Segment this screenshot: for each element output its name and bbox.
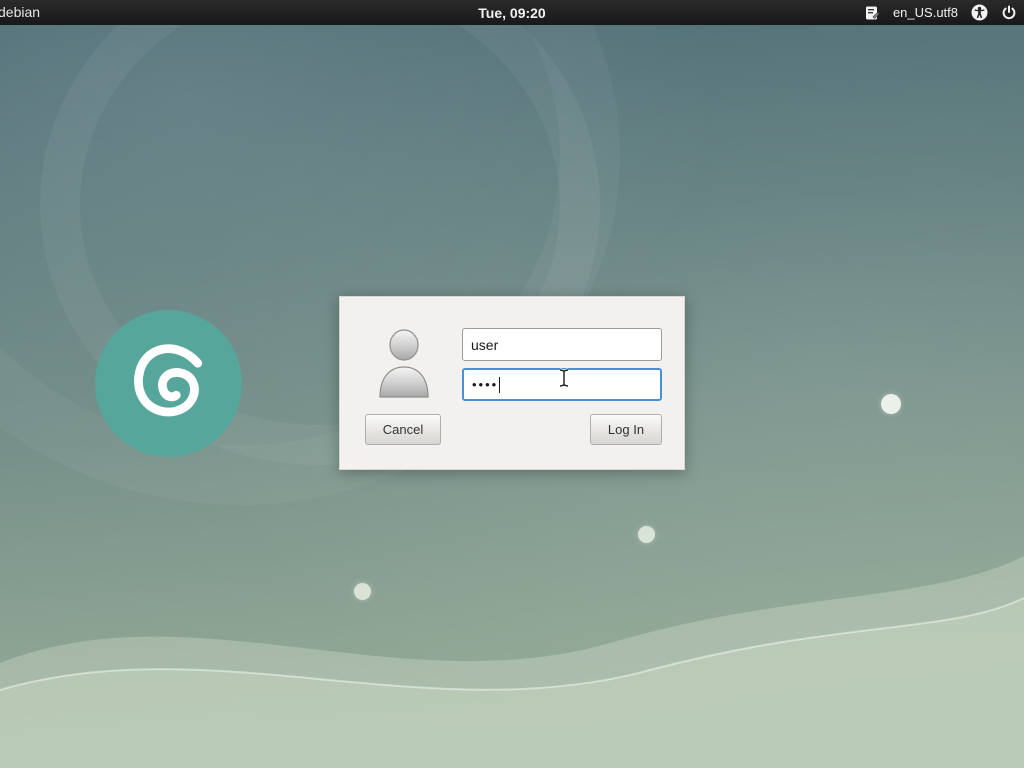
cancel-button[interactable]: Cancel xyxy=(365,414,441,445)
username-input[interactable] xyxy=(462,328,662,361)
debian-swirl-icon xyxy=(121,336,217,432)
login-button[interactable]: Log In xyxy=(590,414,662,445)
keyboard-layout-icon[interactable] xyxy=(863,4,881,22)
debian-logo xyxy=(95,310,242,457)
locale-label[interactable]: en_US.utf8 xyxy=(893,5,958,20)
login-dialog: •••• Cancel Log In xyxy=(339,296,685,470)
ibeam-cursor xyxy=(558,368,570,393)
panel-tray: en_US.utf8 xyxy=(863,0,1018,25)
password-masked-value: •••• xyxy=(472,378,498,391)
background-dot xyxy=(354,583,371,600)
background-dot xyxy=(881,394,901,414)
text-caret xyxy=(499,377,500,393)
login-screen: debian Tue, 09:20 en_US.utf8 xyxy=(0,0,1024,768)
accessibility-icon[interactable] xyxy=(970,4,988,22)
top-panel: debian Tue, 09:20 en_US.utf8 xyxy=(0,0,1024,25)
power-icon[interactable] xyxy=(1000,4,1018,22)
background-dot xyxy=(638,526,655,543)
user-avatar-icon xyxy=(374,327,434,401)
background-waves xyxy=(0,438,1024,768)
